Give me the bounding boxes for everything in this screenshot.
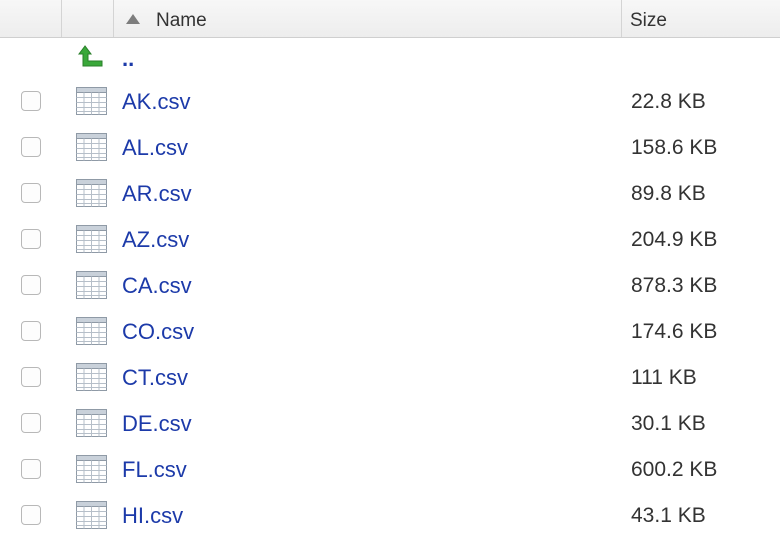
file-checkbox[interactable] — [21, 137, 41, 157]
parent-directory-link[interactable]: .. — [122, 46, 134, 72]
file-checkbox[interactable] — [21, 91, 41, 111]
spreadsheet-icon — [76, 133, 107, 161]
spreadsheet-icon — [76, 87, 107, 115]
select-column-header[interactable] — [0, 0, 62, 37]
file-row[interactable]: AL.csv 158.6 KB — [0, 124, 780, 170]
file-size: 878.3 KB — [631, 274, 718, 297]
spreadsheet-icon — [76, 179, 107, 207]
spreadsheet-icon — [76, 317, 107, 345]
up-arrow-icon[interactable] — [78, 44, 104, 70]
file-size: 30.1 KB — [631, 412, 706, 435]
file-name-link[interactable]: DE.csv — [122, 411, 192, 437]
file-checkbox[interactable] — [21, 183, 41, 203]
file-name-link[interactable]: CA.csv — [122, 273, 192, 299]
file-size: 89.8 KB — [631, 182, 706, 205]
file-checkbox[interactable] — [21, 275, 41, 295]
file-row[interactable]: CA.csv 878.3 KB — [0, 262, 780, 308]
spreadsheet-icon — [76, 271, 107, 299]
size-column-label: Size — [630, 10, 667, 31]
file-row[interactable]: CO.csv 174.6 KB — [0, 308, 780, 354]
file-list-header: Name Size — [0, 0, 780, 38]
spreadsheet-icon — [76, 455, 107, 483]
file-row[interactable]: FL.csv 600.2 KB — [0, 446, 780, 492]
file-size: 204.9 KB — [631, 228, 718, 251]
file-name-link[interactable]: HI.csv — [122, 503, 183, 529]
file-checkbox[interactable] — [21, 367, 41, 387]
file-row[interactable]: CT.csv 111 KB — [0, 354, 780, 400]
file-name-link[interactable]: AL.csv — [122, 135, 188, 161]
file-row[interactable]: AR.csv 89.8 KB — [0, 170, 780, 216]
parent-directory-row[interactable]: .. — [0, 38, 780, 78]
icon-column-header — [62, 0, 114, 37]
spreadsheet-icon — [76, 225, 107, 253]
size-column-header[interactable]: Size — [622, 0, 780, 37]
file-name-link[interactable]: AZ.csv — [122, 227, 189, 253]
file-checkbox[interactable] — [21, 321, 41, 341]
file-row[interactable]: AK.csv 22.8 KB — [0, 78, 780, 124]
file-size: 600.2 KB — [631, 458, 718, 481]
spreadsheet-icon — [76, 501, 107, 529]
file-row[interactable]: HI.csv 43.1 KB — [0, 492, 780, 538]
file-name-link[interactable]: CO.csv — [122, 319, 194, 345]
name-column-header[interactable]: Name — [114, 0, 622, 37]
file-name-link[interactable]: AK.csv — [122, 89, 190, 115]
file-row[interactable]: AZ.csv 204.9 KB — [0, 216, 780, 262]
file-list: .. AK.csv 22.8 KB AL.csv 158.6 KB AR.csv… — [0, 38, 780, 538]
file-row[interactable]: DE.csv 30.1 KB — [0, 400, 780, 446]
file-name-link[interactable]: FL.csv — [122, 457, 187, 483]
file-checkbox[interactable] — [21, 459, 41, 479]
file-name-link[interactable]: CT.csv — [122, 365, 188, 391]
file-size: 22.8 KB — [631, 90, 706, 113]
name-column-label: Name — [156, 10, 207, 31]
spreadsheet-icon — [76, 409, 107, 437]
file-name-link[interactable]: AR.csv — [122, 181, 192, 207]
file-checkbox[interactable] — [21, 505, 41, 525]
file-checkbox[interactable] — [21, 413, 41, 433]
file-checkbox[interactable] — [21, 229, 41, 249]
file-size: 43.1 KB — [631, 504, 706, 527]
spreadsheet-icon — [76, 363, 107, 391]
sort-ascending-icon — [126, 14, 140, 24]
file-size: 111 KB — [631, 366, 697, 389]
file-size: 174.6 KB — [631, 320, 718, 343]
file-size: 158.6 KB — [631, 136, 718, 159]
